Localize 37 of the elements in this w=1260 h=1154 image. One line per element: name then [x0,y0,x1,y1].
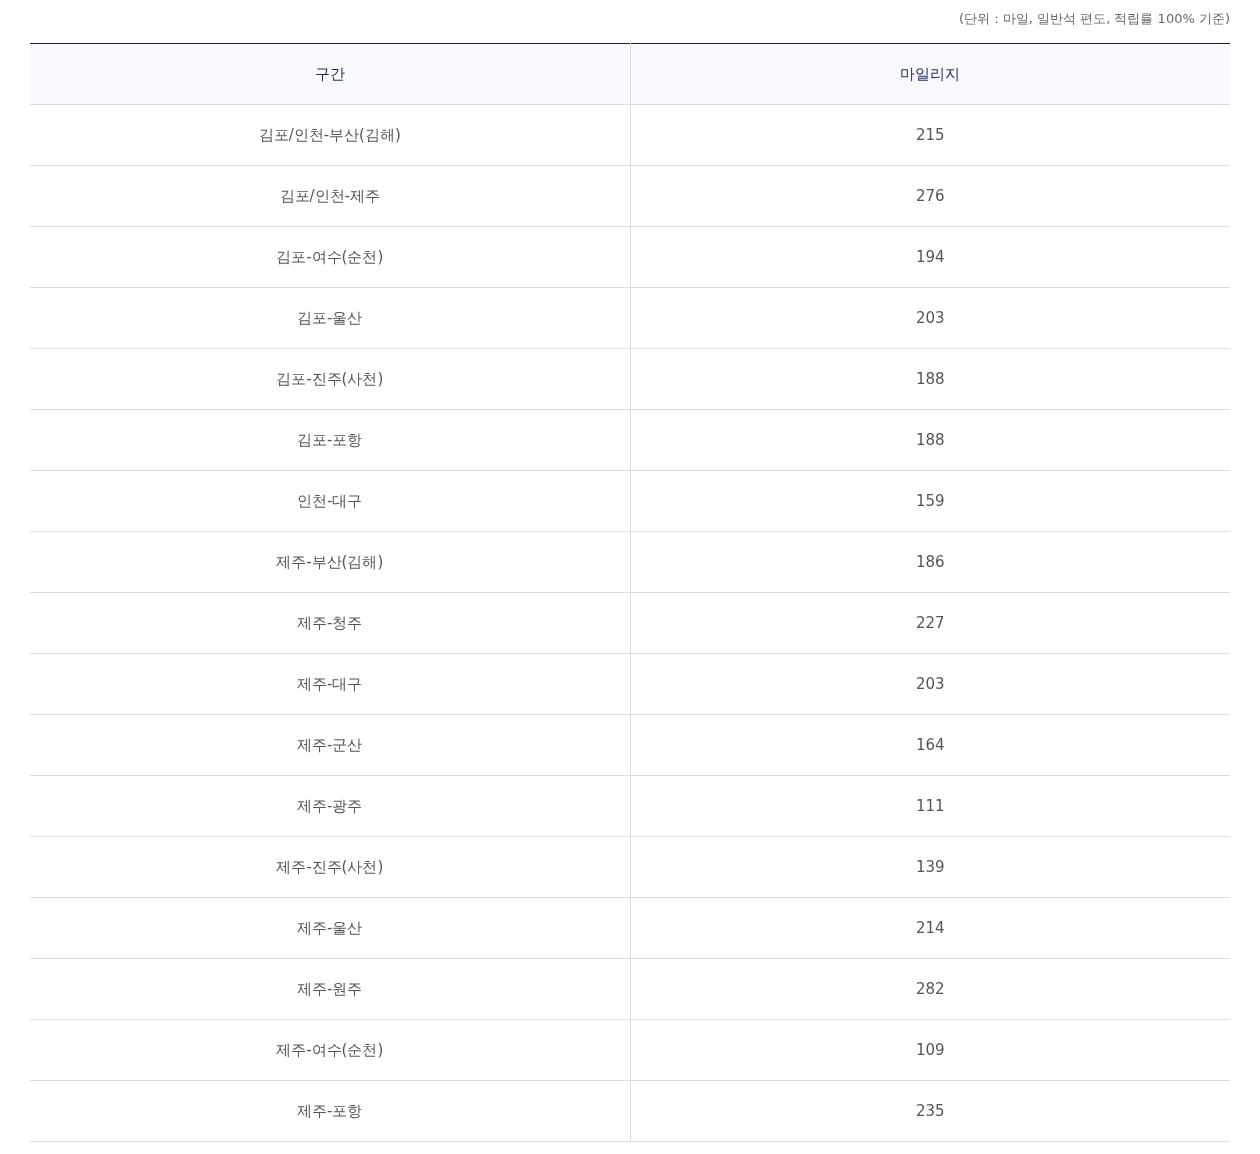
table-cell: 제주-여수(순천) [30,1019,630,1081]
table-cell: 214 [630,897,1230,959]
table-cell: 164 [630,714,1230,776]
table-cell: 186 [630,531,1230,593]
table-cell: 203 [630,287,1230,349]
table-cell: 215 [630,104,1230,166]
table-cell: 188 [630,409,1230,471]
table-cell: 제주-청주 [30,592,630,654]
table-cell: 111 [630,775,1230,837]
table-cell: 제주-진주(사천) [30,836,630,898]
table-cell: 김포-포항 [30,409,630,471]
table-cell: 제주-광주 [30,775,630,837]
table-cell: 김포/인천-부산(김해) [30,104,630,166]
table-cell: 109 [630,1019,1230,1081]
table-cell: 제주-부산(김해) [30,531,630,593]
table-cell: 김포/인천-제주 [30,165,630,227]
table-cell: 194 [630,226,1230,288]
table-cell: 제주-울산 [30,897,630,959]
table-cell: 235 [630,1080,1230,1142]
unit-note: (단위 : 마일, 일반석 편도, 적립률 100% 기준) [959,10,1230,28]
table-cell: 139 [630,836,1230,898]
table-cell: 282 [630,958,1230,1020]
table-cell: 제주-원주 [30,958,630,1020]
table-cell: 203 [630,653,1230,715]
table-cell: 제주-군산 [30,714,630,776]
table-cell: 제주-대구 [30,653,630,715]
table-cell: 159 [630,470,1230,532]
column-header: 마일리지 [630,43,1230,105]
table-cell: 188 [630,348,1230,410]
table-cell: 227 [630,592,1230,654]
table-cell: 인천-대구 [30,470,630,532]
table-cell: 김포-진주(사천) [30,348,630,410]
table-cell: 276 [630,165,1230,227]
column-header: 구간 [30,43,630,105]
table-cell: 제주-포항 [30,1080,630,1142]
table-cell: 김포-여수(순천) [30,226,630,288]
table-cell: 김포-울산 [30,287,630,349]
